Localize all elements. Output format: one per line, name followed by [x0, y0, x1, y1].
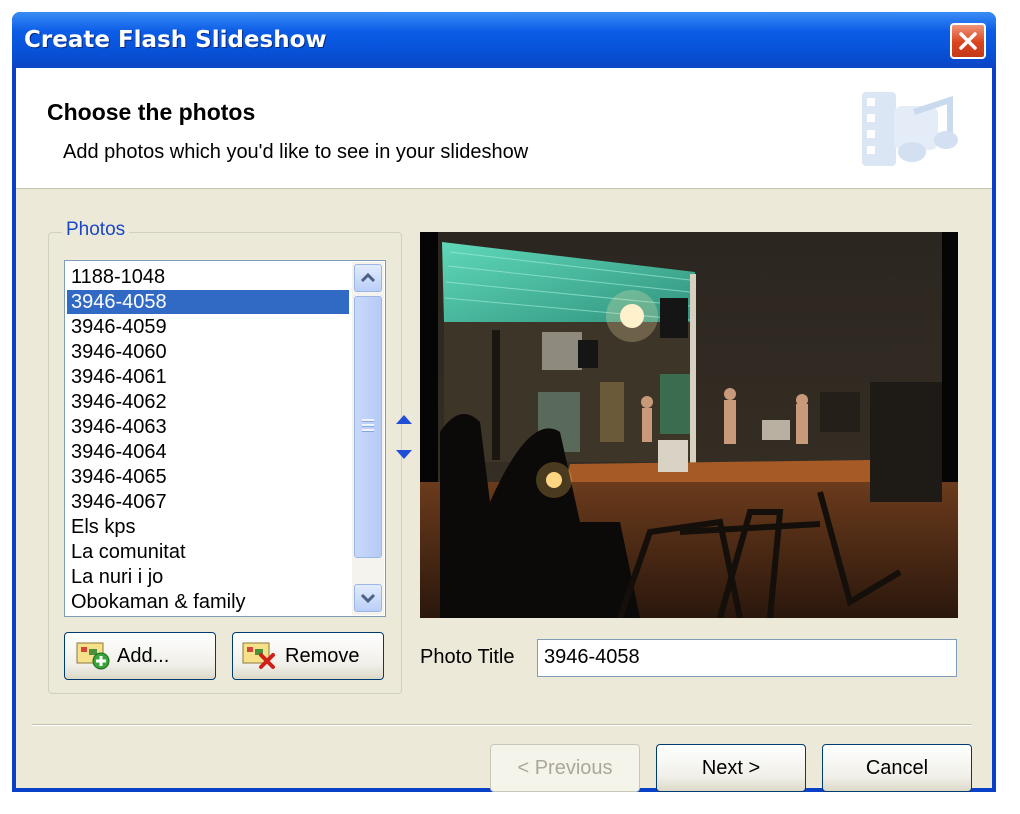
- previous-button[interactable]: < Previous: [490, 744, 640, 792]
- chevron-up-icon: [360, 272, 376, 283]
- previous-button-label: < Previous: [517, 757, 613, 779]
- page-title: Choose the photos: [47, 99, 256, 125]
- photo-list-item[interactable]: 3946-4058: [67, 290, 349, 314]
- photo-list-item[interactable]: 1188-1048: [67, 265, 349, 289]
- remove-button-label: Remove: [285, 645, 360, 667]
- page-subtitle: Add photos which you'd like to see in yo…: [63, 141, 529, 163]
- photo-list-item[interactable]: 3946-4065: [67, 465, 349, 489]
- scroll-up-button[interactable]: [354, 264, 382, 292]
- photo-list-item[interactable]: 3946-4062: [67, 390, 349, 414]
- dialog-body: Choose the photos Add photos which you'd…: [16, 68, 992, 792]
- photo-list-item[interactable]: 3946-4067: [67, 490, 349, 514]
- cancel-button[interactable]: Cancel: [822, 744, 972, 792]
- photo-list-item[interactable]: 3946-4063: [67, 415, 349, 439]
- photo-title-label: Photo Title: [420, 646, 515, 668]
- photos-group-label: Photos: [62, 219, 130, 241]
- film-music-icon: [862, 92, 958, 166]
- photo-list-item[interactable]: 3946-4061: [67, 365, 349, 389]
- remove-picture-icon: [242, 642, 275, 669]
- list-scrollbar[interactable]: [352, 262, 384, 615]
- add-photo-button[interactable]: Add...: [64, 632, 216, 680]
- photo-list-item[interactable]: 3946-4060: [67, 340, 349, 364]
- close-button[interactable]: [950, 23, 986, 59]
- next-button[interactable]: Next >: [656, 744, 806, 792]
- photo-title-input[interactable]: 3946-4058: [537, 639, 957, 677]
- photo-list-item[interactable]: 3946-4059: [67, 315, 349, 339]
- photo-list-item[interactable]: 3946-4064: [67, 440, 349, 464]
- close-icon: [959, 32, 977, 50]
- photos-list[interactable]: 1188-1048 3946-4058 3946-4059 3946-4060 3946…: [64, 260, 386, 617]
- cancel-button-label: Cancel: [865, 757, 929, 779]
- add-button-label: Add...: [117, 645, 170, 667]
- add-picture-icon: [76, 642, 110, 670]
- concert-photo: [420, 232, 958, 618]
- window-title: Create Flash Slideshow: [24, 27, 327, 53]
- scroll-thumb[interactable]: [354, 296, 382, 558]
- photo-preview: [420, 232, 958, 618]
- move-down-icon[interactable]: [394, 448, 414, 462]
- photo-list-item[interactable]: La comunitat: [67, 540, 349, 564]
- photo-list-item[interactable]: Els kps: [67, 515, 349, 539]
- next-button-label: Next >: [701, 757, 761, 779]
- remove-photo-button[interactable]: Remove: [232, 632, 384, 680]
- wizard-header: Choose the photos Add photos which you'd…: [16, 68, 992, 189]
- chevron-down-icon: [360, 593, 376, 604]
- dialog-window: Create Flash Slideshow Choose the photos…: [12, 12, 996, 792]
- photo-list-item[interactable]: Obokaman & family: [67, 590, 349, 614]
- scroll-down-button[interactable]: [354, 584, 382, 612]
- title-bar[interactable]: Create Flash Slideshow: [12, 12, 996, 68]
- move-up-icon[interactable]: [394, 412, 414, 426]
- photo-list-item[interactable]: La nuri i jo: [67, 565, 349, 589]
- footer-separator: [32, 724, 972, 726]
